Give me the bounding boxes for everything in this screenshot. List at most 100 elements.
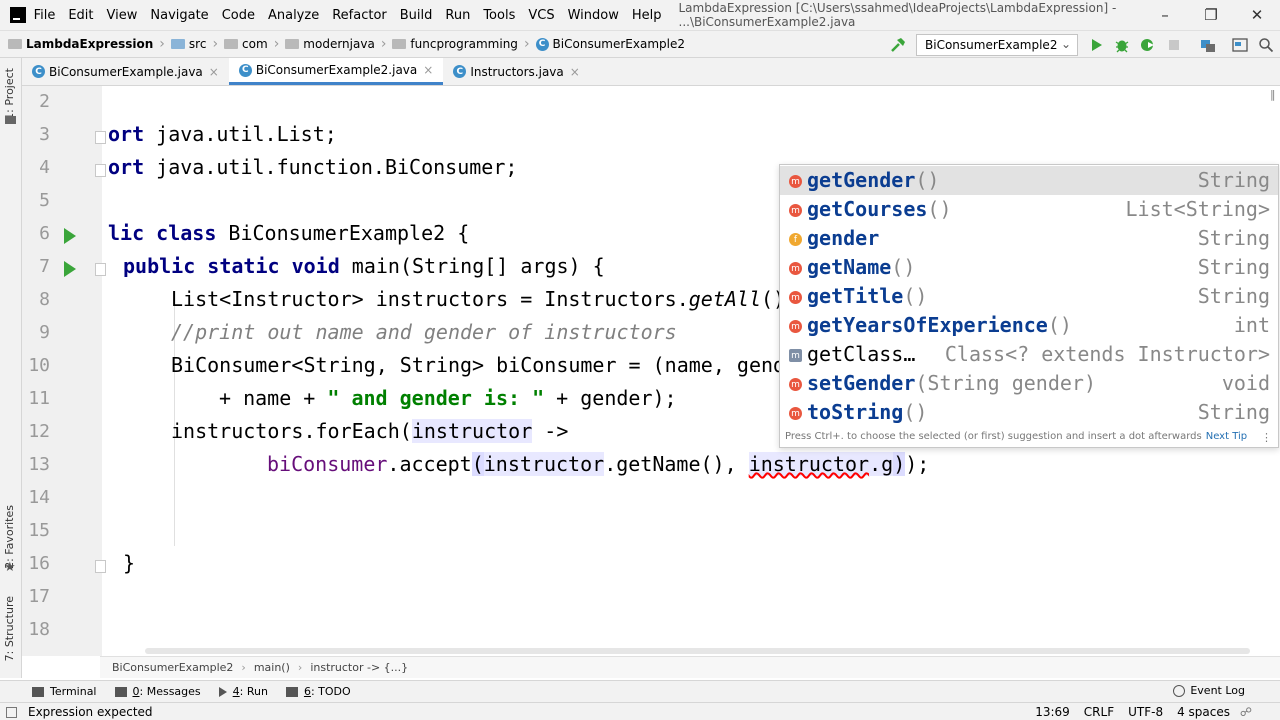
status-message: Expression expected — [28, 704, 153, 719]
completion-item[interactable]: m getTitle() String — [780, 282, 1278, 311]
completion-item[interactable]: f gender String — [780, 224, 1278, 253]
maximize-icon[interactable]: ❐ — [1188, 0, 1234, 30]
window-controls: – ❐ ✕ — [1142, 0, 1280, 30]
editor-options-icon[interactable]: ‖ — [1270, 88, 1276, 101]
method-inherited-icon: m — [789, 349, 802, 362]
completion-item[interactable]: m getGender() String — [780, 166, 1278, 195]
caret-position[interactable]: 13:69 — [1035, 705, 1070, 719]
fold-marker-icon[interactable] — [95, 131, 106, 144]
run-configuration-select[interactable]: BiConsumerExample2 ⌄ — [916, 34, 1078, 56]
run-main-gutter-icon[interactable] — [64, 261, 76, 277]
project-folder-icon — [8, 39, 22, 49]
more-options-icon[interactable]: ⋮ — [1261, 431, 1272, 444]
run-class-gutter-icon[interactable] — [64, 228, 76, 244]
file-encoding[interactable]: UTF-8 — [1128, 705, 1163, 719]
package-folder-icon — [285, 39, 300, 49]
nav-funcprogramming[interactable]: funcprogramming — [392, 37, 518, 51]
star-icon: ★ — [4, 560, 16, 575]
run-icon — [218, 686, 227, 697]
terminal-tool-button[interactable]: Terminal — [32, 685, 97, 698]
close-icon[interactable]: ✕ — [1234, 0, 1280, 30]
left-tool-stripe: 1: Project 2: Favorites ★ 7: Structure — [0, 58, 22, 678]
menu-code[interactable]: Code — [222, 8, 255, 23]
menu-run[interactable]: Run — [445, 8, 470, 23]
tool-window-bar: Terminal 0: Messages 4: Run 6: TODO Even… — [0, 680, 1280, 702]
menu-vcs[interactable]: VCS — [528, 8, 554, 23]
run-with-coverage-icon[interactable] — [1140, 37, 1156, 53]
nav-separator-icon: › — [212, 36, 219, 52]
package-folder-icon — [224, 39, 239, 49]
class-icon: C — [535, 37, 549, 51]
event-log-button[interactable]: Event Log — [1173, 684, 1245, 697]
minimize-icon[interactable]: – — [1142, 0, 1188, 30]
todo-tool-button[interactable]: 6: TODO — [285, 685, 351, 698]
nav-modernjava[interactable]: modernjava — [285, 37, 375, 51]
method-icon: m — [789, 175, 802, 188]
todo-list-icon — [285, 686, 298, 697]
completion-item[interactable]: m toString() String — [780, 398, 1278, 427]
lock-icon[interactable]: ☍ — [1240, 705, 1252, 719]
fold-marker-icon[interactable] — [95, 263, 106, 276]
class-icon: C — [32, 65, 45, 78]
breadcrumb-method[interactable]: main() — [254, 661, 290, 674]
method-icon: m — [789, 262, 802, 275]
code-line: 2 — [39, 91, 50, 112]
completion-item[interactable]: m setGender(String gender) void — [780, 369, 1278, 398]
close-tab-icon[interactable]: × — [570, 65, 580, 79]
method-icon: m — [789, 291, 802, 304]
tab-biconsumerexample2[interactable]: C BiConsumerExample2.java × — [228, 58, 444, 85]
menu-view[interactable]: View — [107, 8, 138, 23]
code-breadcrumbs: BiConsumerExample2 › main() › instructor… — [100, 656, 1280, 678]
nav-class[interactable]: C BiConsumerExample2 — [535, 37, 685, 51]
line-separator[interactable]: CRLF — [1084, 705, 1114, 719]
method-icon: m — [789, 320, 802, 333]
debug-icon[interactable] — [1114, 37, 1130, 53]
structure-tool-button[interactable]: 7: Structure — [3, 596, 16, 661]
autocomplete-popup: m getGender() String m getCourses() List… — [779, 164, 1279, 448]
indent-setting[interactable]: 4 spaces — [1177, 705, 1230, 719]
menu-edit[interactable]: Edit — [68, 8, 93, 23]
nav-project[interactable]: LambdaExpression — [8, 37, 153, 51]
run-icon[interactable] — [1088, 37, 1104, 53]
nav-com[interactable]: com — [224, 37, 268, 51]
stop-icon[interactable] — [1166, 37, 1182, 53]
editor-tab-bar: C BiConsumerExample.java × C BiConsumerE… — [22, 58, 1280, 86]
next-tip-link[interactable]: Next Tip — [1206, 431, 1247, 442]
build-hammer-icon[interactable] — [890, 37, 906, 53]
tab-instructors[interactable]: C Instructors.java × — [443, 58, 590, 85]
menu-analyze[interactable]: Analyze — [268, 8, 319, 23]
menu-window[interactable]: Window — [568, 8, 619, 23]
breadcrumb-lambda[interactable]: instructor -> {...} — [310, 661, 408, 674]
tool-windows-toggle-icon[interactable] — [6, 707, 17, 718]
menu-refactor[interactable]: Refactor — [332, 8, 387, 23]
package-folder-icon — [392, 39, 407, 49]
method-icon: m — [789, 378, 802, 391]
fold-marker-icon[interactable] — [95, 164, 106, 177]
close-tab-icon[interactable]: × — [209, 65, 219, 79]
nav-separator-icon: › — [159, 36, 165, 52]
breadcrumb-class[interactable]: BiConsumerExample2 — [112, 661, 233, 674]
menu-build[interactable]: Build — [400, 8, 433, 23]
horizontal-scrollbar[interactable] — [145, 648, 1250, 654]
nav-src[interactable]: src — [170, 37, 206, 51]
messages-tool-button[interactable]: 0: Messages — [114, 685, 201, 698]
project-tool-button[interactable]: 1: Project — [3, 68, 16, 120]
layout-icon[interactable] — [1232, 37, 1248, 53]
field-icon: f — [789, 233, 802, 246]
navigation-bar: LambdaExpression › src › com › modernjav… — [0, 30, 1280, 58]
tab-biconsumerexample[interactable]: C BiConsumerExample.java × — [22, 58, 229, 85]
completion-item[interactable]: m getName() String — [780, 253, 1278, 282]
menu-help[interactable]: Help — [632, 8, 662, 23]
completion-item[interactable]: m getCourses() List<String> — [780, 195, 1278, 224]
fold-marker-icon[interactable] — [95, 560, 106, 573]
menu-file[interactable]: File — [34, 8, 56, 23]
menu-navigate[interactable]: Navigate — [150, 8, 208, 23]
close-tab-icon[interactable]: × — [423, 63, 433, 77]
project-structure-icon[interactable] — [1200, 37, 1216, 53]
search-everywhere-icon[interactable] — [1258, 37, 1274, 53]
nav-separator-icon: › — [380, 36, 387, 52]
menu-tools[interactable]: Tools — [483, 8, 515, 23]
completion-item[interactable]: m getYearsOfExperience() int — [780, 311, 1278, 340]
run-tool-button[interactable]: 4: Run — [218, 685, 268, 698]
completion-item[interactable]: m getClass… Class<? extends Instructor> — [780, 340, 1278, 369]
